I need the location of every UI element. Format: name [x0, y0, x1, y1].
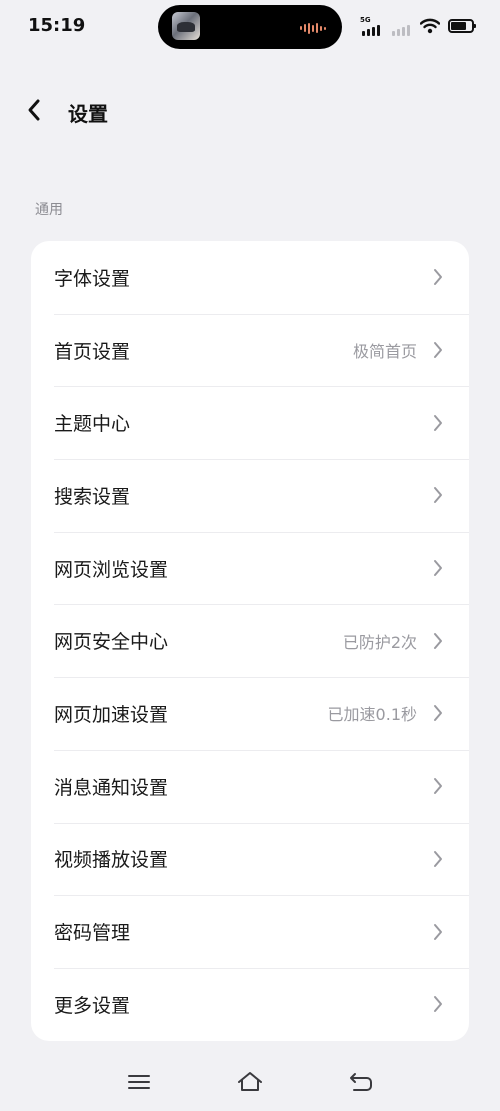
settings-item-theme[interactable]: 主题中心 — [31, 386, 469, 459]
audio-wave-icon — [300, 22, 328, 34]
settings-item-passwords[interactable]: 密码管理 — [31, 895, 469, 968]
settings-item-font[interactable]: 字体设置 — [31, 241, 469, 314]
settings-item-value: 已防护2次 — [342, 632, 417, 652]
menu-button[interactable] — [123, 1066, 155, 1098]
settings-item-value: 极简首页 — [352, 342, 417, 362]
settings-item-value: 已加速0.1秒 — [327, 705, 417, 725]
settings-item-security[interactable]: 网页安全中心 已防护2次 — [31, 604, 469, 677]
section-label: 通用 — [35, 202, 63, 218]
chevron-right-icon — [431, 631, 445, 651]
status-time: 15:19 — [28, 15, 86, 36]
settings-item-label: 消息通知设置 — [54, 776, 169, 799]
settings-item-search[interactable]: 搜索设置 — [31, 459, 469, 532]
home-button[interactable] — [234, 1066, 266, 1098]
status-bar: 15:19 5G — [0, 0, 500, 56]
chevron-right-icon — [431, 485, 445, 505]
settings-item-homepage[interactable]: 首页设置 极简首页 — [31, 313, 469, 387]
settings-item-label: 网页加速设置 — [54, 703, 169, 726]
chevron-right-icon — [431, 558, 445, 578]
wifi-icon — [420, 18, 440, 34]
media-thumbnail-icon[interactable] — [172, 12, 200, 40]
chevron-right-icon — [431, 267, 445, 287]
settings-item-more[interactable]: 更多设置 — [31, 967, 469, 1041]
chevron-right-icon — [431, 776, 445, 796]
chevron-right-icon — [431, 922, 445, 942]
settings-item-video[interactable]: 视频播放设置 — [31, 822, 469, 896]
chevron-right-icon — [431, 340, 445, 360]
menu-icon — [128, 1075, 150, 1089]
settings-item-acceleration[interactable]: 网页加速设置 已加速0.1秒 — [31, 677, 469, 750]
header: 设置 — [0, 86, 500, 136]
network-label: 5G — [360, 16, 371, 24]
settings-item-label: 字体设置 — [54, 267, 131, 290]
settings-item-label: 主题中心 — [54, 413, 131, 436]
settings-item-label: 搜索设置 — [54, 485, 131, 508]
status-icons: 5G — [360, 14, 476, 38]
chevron-left-icon — [28, 99, 40, 121]
bottom-nav — [0, 1060, 500, 1104]
signal-5g-icon: 5G — [360, 16, 382, 36]
settings-card: 字体设置 首页设置 极简首页 主题中心 搜索设置 网页浏览设置 网页安全中心 已… — [31, 241, 469, 1041]
settings-item-label: 密码管理 — [54, 922, 131, 945]
back-icon — [350, 1073, 372, 1091]
signal-secondary-icon — [390, 16, 412, 36]
home-icon — [238, 1072, 262, 1091]
settings-item-browsing[interactable]: 网页浏览设置 — [31, 531, 469, 605]
chevron-right-icon — [431, 703, 445, 723]
settings-item-label: 网页浏览设置 — [54, 558, 169, 581]
chevron-right-icon — [431, 994, 445, 1014]
settings-item-label: 首页设置 — [54, 340, 131, 363]
back-button[interactable] — [18, 94, 50, 126]
settings-item-notifications[interactable]: 消息通知设置 — [31, 749, 469, 823]
page-title: 设置 — [68, 102, 108, 126]
settings-item-label: 更多设置 — [54, 994, 131, 1017]
dynamic-island[interactable] — [158, 5, 342, 49]
chevron-right-icon — [431, 413, 445, 433]
settings-item-label: 视频播放设置 — [54, 849, 169, 872]
battery-icon — [448, 19, 476, 33]
settings-item-label: 网页安全中心 — [54, 631, 169, 654]
back-nav-button[interactable] — [345, 1066, 377, 1098]
chevron-right-icon — [431, 849, 445, 869]
